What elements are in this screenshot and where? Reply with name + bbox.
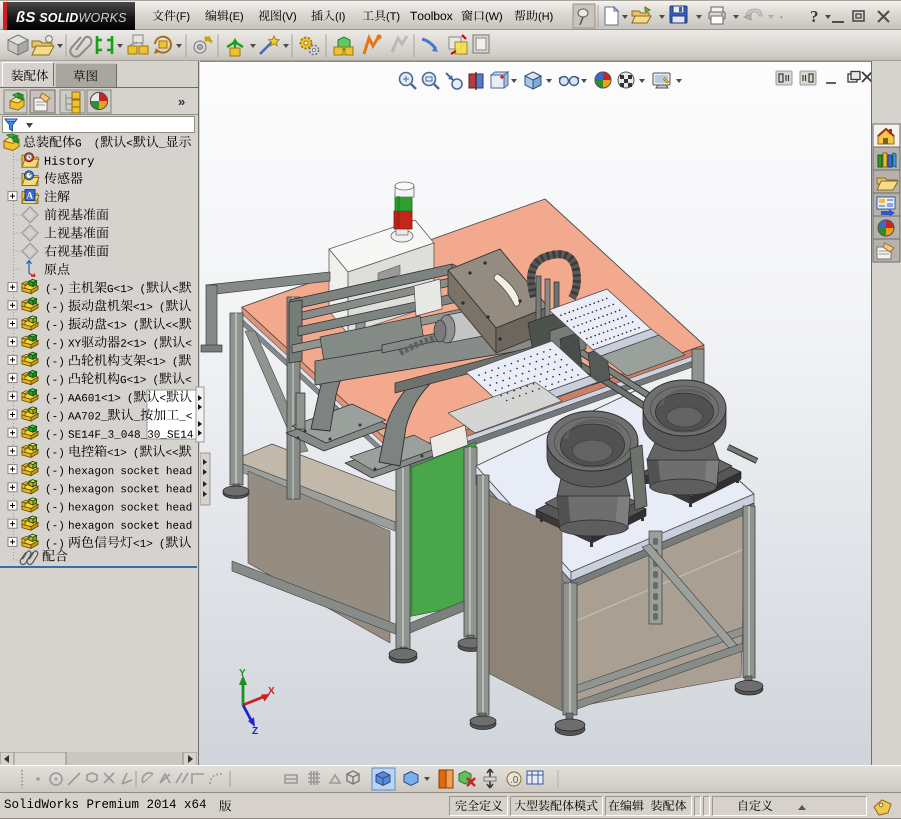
svg-text:»: » [178,94,185,109]
svg-text:?: ? [810,7,819,26]
svg-text:·: · [779,8,784,24]
svg-text:.0: .0 [510,775,519,786]
